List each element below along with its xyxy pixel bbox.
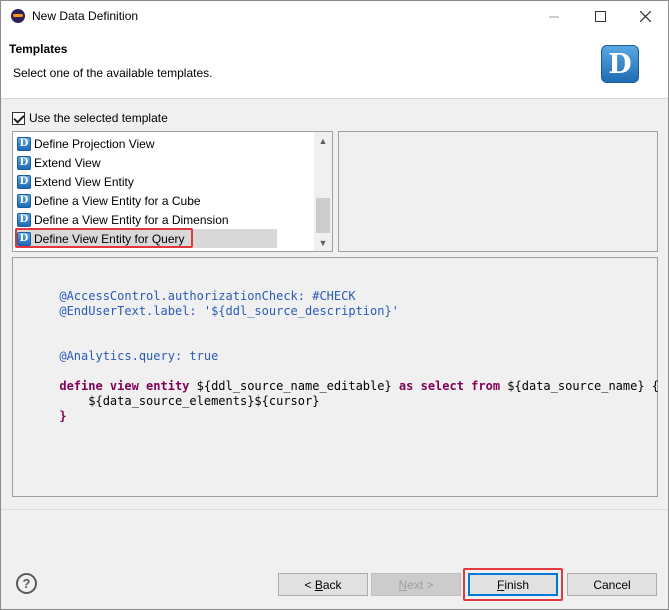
window-title: New Data Definition [32, 9, 139, 23]
minimize-icon [549, 16, 559, 18]
next-button-mnemonic: N [398, 577, 408, 592]
selected-item-highlight [15, 228, 193, 248]
cancel-button[interactable]: Cancel [567, 573, 657, 596]
ddl-logo-icon: D [601, 45, 639, 83]
scroll-up-icon[interactable]: ▲ [314, 132, 332, 149]
template-icon: D [17, 136, 31, 151]
dialog-window: New Data Definition Templates Select one… [0, 0, 669, 610]
template-item[interactable]: D Extend View [17, 153, 277, 172]
finish-button-highlight [463, 568, 563, 601]
code-text: } [59, 409, 67, 423]
minimize-button[interactable] [532, 1, 577, 32]
footer-separator [1, 509, 668, 510]
back-button-label: ack [322, 577, 342, 592]
next-button-label: ext > [407, 577, 434, 592]
code-line: define view entity ${ddl_source_name_edi… [16, 364, 659, 393]
back-button[interactable]: < Back [278, 573, 368, 596]
template-item-label: Define a View Entity for a Cube [34, 193, 201, 208]
code-line: @AccessControl.authorizationCheck: #CHEC… [16, 274, 355, 303]
template-icon: D [17, 155, 31, 170]
maximize-button[interactable] [578, 1, 623, 32]
code-line: @Analytics.query: true [16, 334, 218, 363]
template-item[interactable]: D Define Projection View [17, 134, 277, 153]
code-string: '${ddl_source_description}' [203, 304, 399, 318]
template-icon: D [17, 193, 31, 208]
template-list-scrollbar[interactable]: ▲ ▼ [314, 132, 332, 251]
code-line: ${data_source_elements}${cursor} [16, 379, 319, 408]
title-bar: New Data Definition [1, 1, 668, 32]
wizard-header: Templates Select one of the available te… [1, 32, 668, 99]
maximize-icon [595, 11, 606, 22]
template-item-label: Extend View Entity [34, 174, 134, 189]
code-keyword: as select from [398, 379, 501, 393]
code-line: } [16, 394, 66, 423]
template-item-label: Define a View Entity for a Dimension [34, 212, 229, 227]
page-description: Select one of the available templates. [13, 66, 213, 80]
code-line: @EndUserText.label: '${ddl_source_descri… [16, 289, 399, 318]
code-annotation: @Analytics.query: true [59, 349, 219, 363]
page-title: Templates [9, 42, 68, 56]
template-item[interactable]: D Define a View Entity for a Dimension [17, 210, 277, 229]
eclipse-icon [11, 9, 25, 23]
scroll-down-icon[interactable]: ▼ [314, 234, 332, 251]
use-template-checkbox[interactable]: Use the selected template [12, 111, 168, 125]
template-preview-area [338, 131, 658, 252]
back-button-mnemonic: B [314, 577, 323, 592]
next-button[interactable]: Next > [371, 573, 461, 596]
template-item[interactable]: D Define a View Entity for a Cube [17, 191, 277, 210]
template-icon: D [17, 212, 31, 227]
close-button[interactable] [623, 1, 668, 32]
template-item[interactable]: D Extend View Entity [17, 172, 277, 191]
checkbox-check-icon[interactable] [12, 111, 25, 125]
code-text: ${data_source_elements}${cursor} [59, 394, 320, 408]
back-button-prefix: < [304, 577, 315, 592]
template-item-label: Extend View [34, 155, 101, 170]
template-code-preview[interactable]: @AccessControl.authorizationCheck: #CHEC… [12, 257, 659, 497]
template-icon: D [17, 174, 31, 189]
code-text: ${data_source_name} { [500, 379, 660, 393]
scroll-thumb[interactable] [316, 198, 330, 233]
use-template-label: Use the selected template [29, 111, 168, 125]
template-item-label: Define Projection View [34, 136, 155, 151]
code-annotation: @EndUserText.label: [59, 304, 204, 318]
close-icon [640, 11, 651, 22]
help-icon[interactable]: ? [16, 573, 37, 594]
